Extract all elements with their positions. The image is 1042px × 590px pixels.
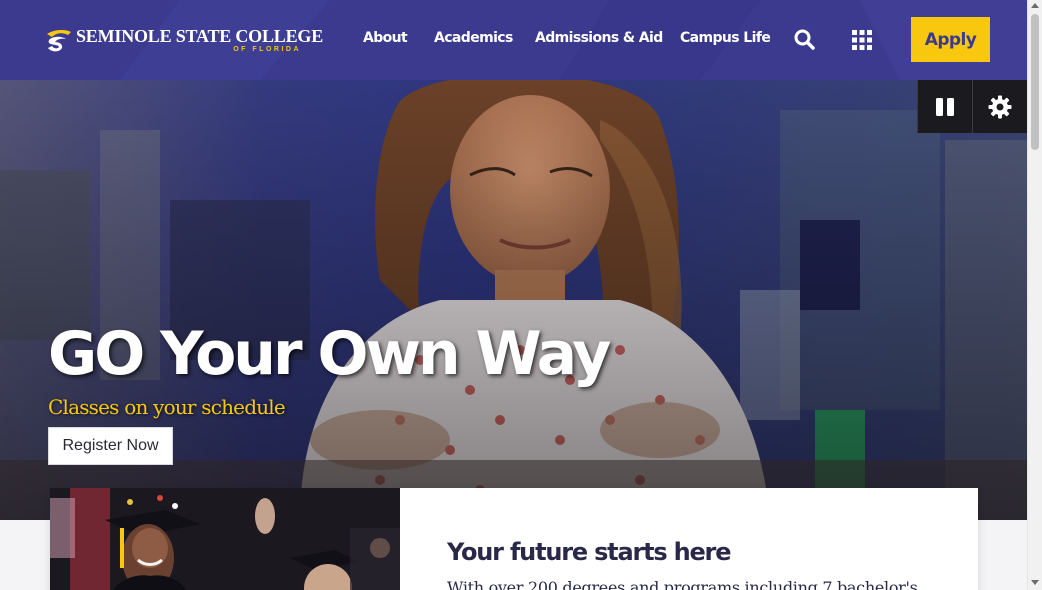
intro-card-title: Your future starts here	[447, 538, 731, 566]
nav-admissions-aid[interactable]: Admissions & Aid	[535, 30, 663, 46]
graduation-photo-image	[50, 488, 400, 590]
intro-card-text: With over 200 degrees and programs inclu…	[447, 578, 918, 590]
hero-title: GO Your Own Way	[48, 319, 611, 389]
gear-icon	[988, 95, 1012, 118]
scroll-down-arrow-icon[interactable]	[1031, 580, 1039, 585]
page: SEMINOLE STATE COLLEGE OF FLORIDA About …	[0, 0, 1027, 590]
video-controls	[917, 80, 1027, 133]
nav-campus-life[interactable]: Campus Life	[680, 30, 771, 46]
hero-video-section: GO Your Own Way Classes on your schedule…	[0, 80, 1027, 520]
scrollbar-thumb[interactable]	[1031, 14, 1039, 150]
grid-menu-icon	[852, 30, 872, 50]
nav-academics[interactable]: Academics	[434, 30, 513, 46]
site-header: SEMINOLE STATE COLLEGE OF FLORIDA About …	[0, 0, 1027, 80]
apps-menu-button[interactable]	[849, 27, 875, 53]
video-settings-button[interactable]	[972, 80, 1027, 133]
register-now-button[interactable]: Register Now	[48, 427, 173, 465]
search-icon	[794, 29, 815, 50]
hero-subtitle: Classes on your schedule	[48, 395, 286, 419]
logo-wordmark: SEMINOLE STATE COLLEGE OF FLORIDA	[76, 27, 323, 53]
logo-main-text: SEMINOLE STATE COLLEGE	[76, 26, 324, 46]
apply-button[interactable]: Apply	[911, 17, 990, 62]
pause-button[interactable]	[917, 80, 972, 133]
college-logo[interactable]: SEMINOLE STATE COLLEGE OF FLORIDA	[44, 26, 323, 54]
logo-sub-text: OF FLORIDA	[233, 46, 302, 53]
page-scrollbar[interactable]	[1027, 0, 1042, 590]
graduation-photo	[50, 488, 400, 590]
logo-swoosh-icon	[47, 29, 71, 52]
scroll-up-arrow-icon[interactable]	[1031, 3, 1039, 8]
search-button[interactable]	[792, 27, 818, 53]
nav-about[interactable]: About	[363, 30, 408, 46]
pause-icon	[936, 97, 954, 116]
intro-card: Your future starts here With over 200 de…	[50, 488, 978, 590]
